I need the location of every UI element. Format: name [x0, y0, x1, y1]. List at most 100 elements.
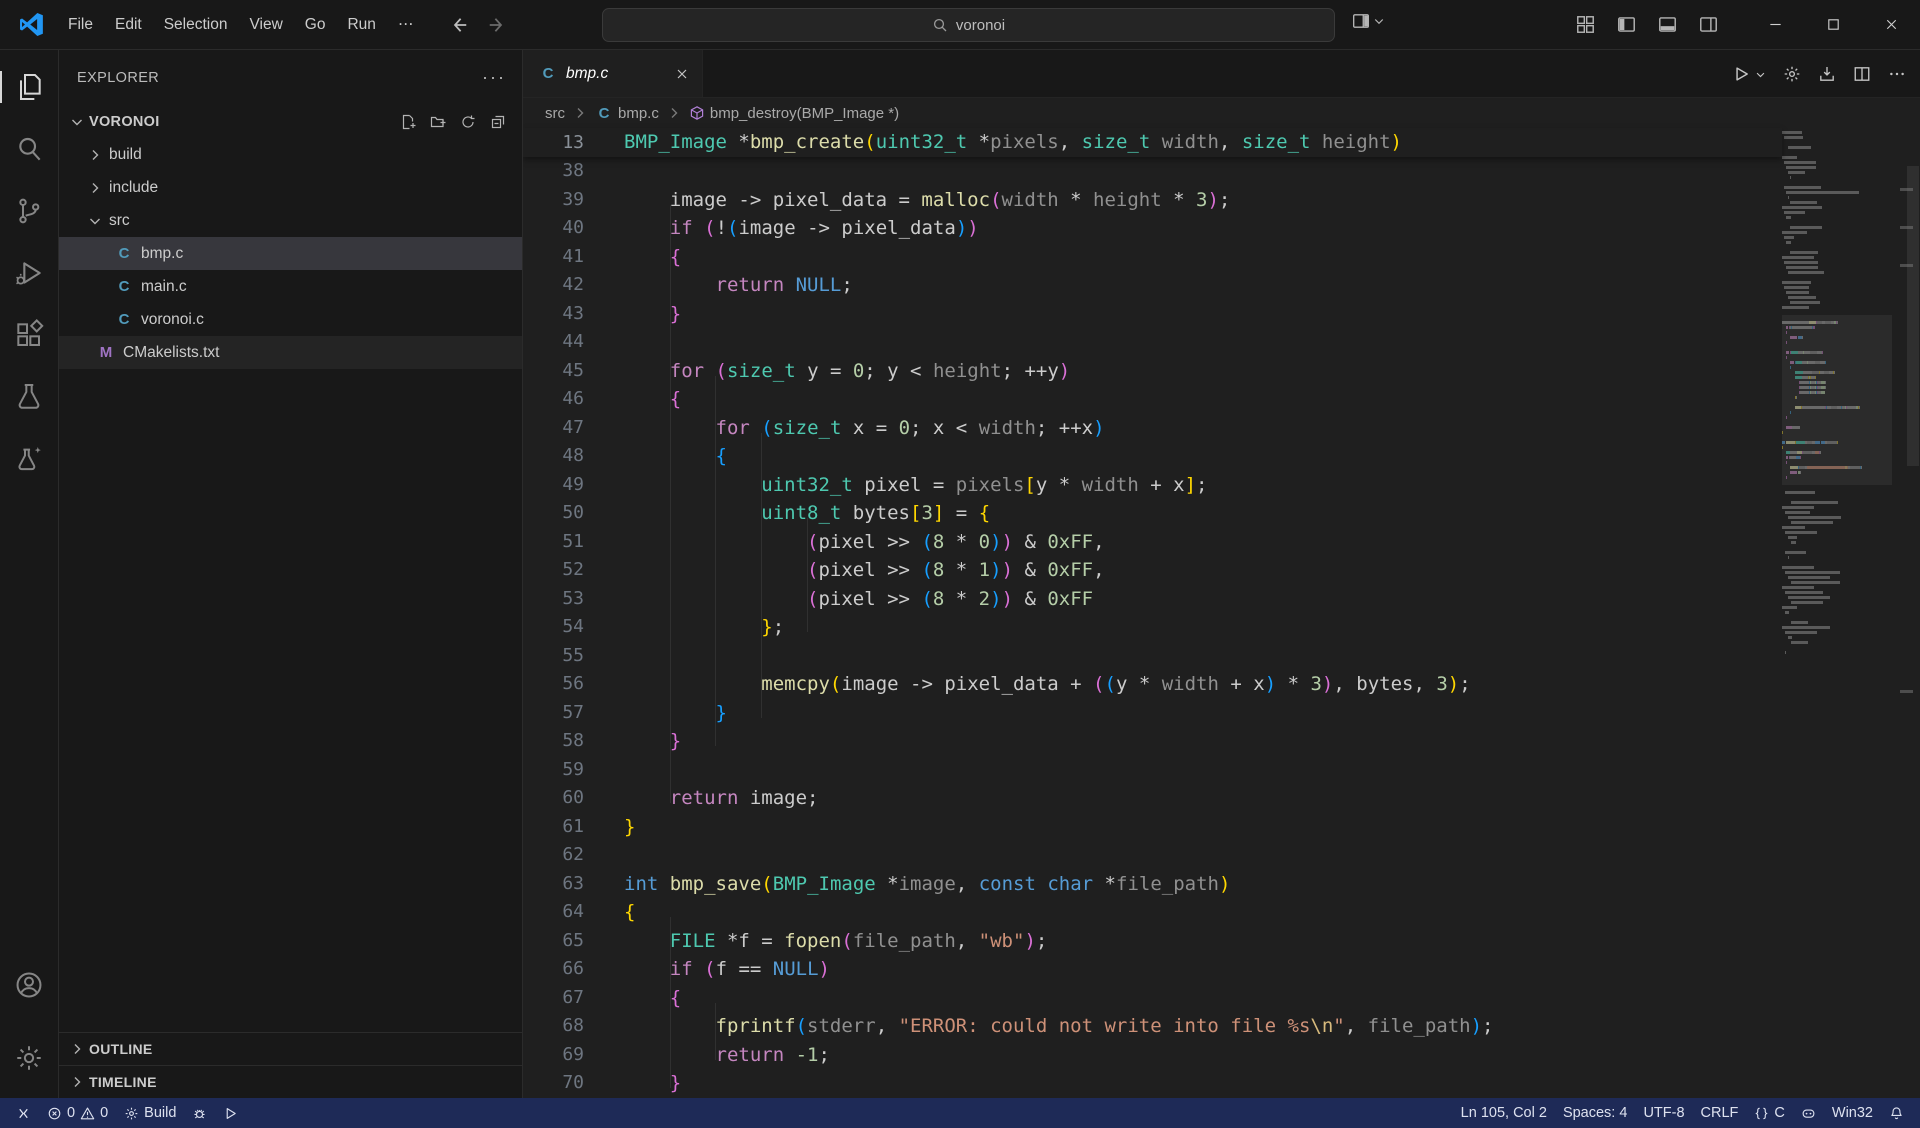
c-file-icon: C [595, 104, 613, 122]
maximize-button[interactable] [1804, 0, 1862, 49]
language-mode[interactable]: C [1746, 1098, 1792, 1128]
code-line: 45 for (size_t y = 0; y < height; ++y) [523, 357, 1782, 386]
project-section-header[interactable]: VORONOI [59, 105, 522, 138]
breadcrumb-item[interactable]: bmp_destroy(BMP_Image *) [689, 105, 899, 122]
line-content: FILE *f = fopen(file_path, "wb"); [584, 927, 1047, 956]
menu-file[interactable]: File [57, 10, 104, 40]
line-number: 13 [523, 128, 584, 157]
explorer-more-actions[interactable]: ··· [482, 67, 506, 88]
close-tab-icon[interactable] [674, 66, 690, 82]
source-control-activity-button[interactable] [0, 185, 58, 237]
line-content: (pixel >> (8 * 2)) & 0xFF [584, 585, 1093, 614]
line-number: 64 [523, 898, 584, 927]
minimize-button[interactable] [1746, 0, 1804, 49]
copilot-status[interactable] [1793, 1098, 1824, 1128]
line-number: 57 [523, 699, 584, 728]
problems[interactable]: 00 [39, 1098, 116, 1128]
explorer-activity-button[interactable] [0, 61, 58, 113]
cmake-build-button[interactable]: Build [116, 1098, 184, 1128]
forward-arrow-icon[interactable] [486, 15, 506, 35]
line-content [584, 841, 624, 870]
split-editor-icon[interactable] [1853, 65, 1871, 83]
indentation[interactable]: Spaces: 4 [1555, 1098, 1636, 1128]
remote-indicator[interactable] [8, 1098, 39, 1128]
line-content: (pixel >> (8 * 1)) & 0xFF, [584, 556, 1105, 585]
account-button[interactable] [0, 959, 58, 1011]
explorer-sidebar: EXPLORER ··· VORONOI [59, 50, 523, 1098]
menu-go[interactable]: Go [294, 10, 337, 40]
editor-group: C bmp.c [523, 50, 1920, 1098]
line-content [584, 328, 624, 357]
close-window-button[interactable] [1862, 0, 1920, 49]
titlebar-right [1576, 0, 1920, 49]
sticky-scroll-line[interactable]: 13BMP_Image *bmp_create(uint32_t *pixels… [523, 128, 1782, 157]
panel-outline[interactable]: OUTLINE [59, 1032, 522, 1065]
line-number: 52 [523, 556, 584, 585]
menu-view[interactable]: View [238, 10, 293, 40]
code-editor[interactable]: 3839 image -> pixel_data = malloc(width … [523, 157, 1782, 1098]
code-line: 52 (pixel >> (8 * 1)) & 0xFF, [523, 556, 1782, 585]
panel-label: TIMELINE [89, 1074, 157, 1090]
notifications[interactable] [1881, 1098, 1912, 1128]
code-line: 41 { [523, 243, 1782, 272]
c-file-icon: C [115, 311, 133, 329]
tree-item-build[interactable]: build [59, 138, 522, 171]
toggle-secondary-sidebar-icon[interactable] [1699, 15, 1718, 34]
settings-icon [13, 1042, 45, 1074]
layout-grid-icon[interactable] [1576, 15, 1595, 34]
tree-item-src[interactable]: src [59, 204, 522, 237]
menu-edit[interactable]: Edit [104, 10, 153, 40]
more-actions-icon[interactable] [1888, 65, 1906, 83]
scrollbar-handle[interactable] [1907, 166, 1919, 466]
cmake-debug-button[interactable] [184, 1098, 215, 1128]
menu-more[interactable]: ⋯ [387, 10, 425, 40]
tree-item-bmp-c[interactable]: Cbmp.c [59, 237, 522, 270]
code-line: 56 memcpy(image -> pixel_data + ((y * wi… [523, 670, 1782, 699]
back-arrow-icon[interactable] [450, 15, 470, 35]
run-debug-activity-button[interactable] [0, 247, 58, 299]
flask-activity-button[interactable] [0, 433, 58, 485]
extensions-activity-button[interactable] [0, 309, 58, 361]
encoding[interactable]: UTF-8 [1635, 1098, 1692, 1128]
settings-button[interactable] [0, 1032, 58, 1084]
tree-item-main-c[interactable]: Cmain.c [59, 270, 522, 303]
collapse-all-icon[interactable] [490, 114, 506, 130]
tree-item-cmakelists-txt[interactable]: MCMakelists.txt [59, 336, 522, 369]
settings-gear-icon[interactable] [1783, 65, 1801, 83]
minimap-slider[interactable] [1782, 315, 1892, 485]
install-editor-icon[interactable] [1818, 65, 1836, 83]
customize-layout-dropdown[interactable] [1352, 12, 1385, 30]
warning-icon [80, 1106, 95, 1121]
cursor-position[interactable]: Ln 105, Col 2 [1453, 1098, 1555, 1128]
search-activity-button[interactable] [0, 123, 58, 175]
panel-timeline[interactable]: TIMELINE [59, 1065, 522, 1098]
cmake-platform[interactable]: Win32 [1824, 1098, 1881, 1128]
line-number: 65 [523, 927, 584, 956]
minimap[interactable] [1782, 130, 1892, 655]
toggle-primary-sidebar-icon[interactable] [1617, 15, 1636, 34]
chevron-down-icon[interactable] [1755, 69, 1766, 80]
tree-item-include[interactable]: include [59, 171, 522, 204]
tree-item-label: build [109, 146, 142, 164]
breadcrumb-item[interactable]: Cbmp.c [595, 104, 659, 122]
menu-run[interactable]: Run [336, 10, 386, 40]
run-or-debug-icon[interactable] [1732, 65, 1750, 83]
testing-activity-button[interactable] [0, 371, 58, 423]
sidebar-title: EXPLORER [77, 70, 159, 86]
eol[interactable]: CRLF [1693, 1098, 1747, 1128]
line-content: if (!(image -> pixel_data)) [584, 214, 979, 243]
menu-selection[interactable]: Selection [153, 10, 239, 40]
new-folder-icon[interactable] [430, 114, 446, 130]
tab-bmp-c[interactable]: C bmp.c [523, 50, 703, 97]
refresh-icon[interactable] [460, 114, 476, 130]
line-content: { [584, 442, 727, 471]
command-center-search[interactable]: voronoi [602, 8, 1335, 42]
tree-item-voronoi-c[interactable]: Cvoronoi.c [59, 303, 522, 336]
toggle-panel-icon[interactable] [1658, 15, 1677, 34]
account-icon [13, 969, 45, 1001]
remote-icon [16, 1106, 31, 1121]
cmake-launch-button[interactable] [215, 1098, 246, 1128]
new-file-icon[interactable] [400, 114, 416, 130]
breadcrumb-item[interactable]: src [545, 105, 565, 122]
search-value: voronoi [956, 17, 1005, 34]
